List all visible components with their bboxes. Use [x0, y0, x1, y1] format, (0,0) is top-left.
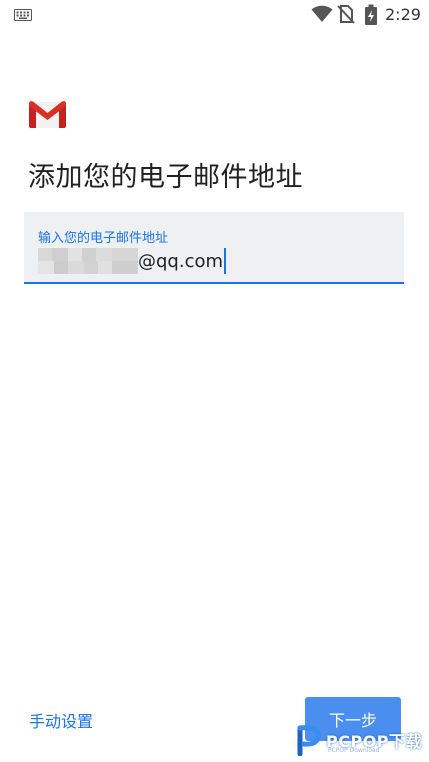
- email-field[interactable]: 输入您的电子邮件地址 @qq.com: [24, 212, 404, 284]
- email-value[interactable]: @qq.com: [138, 251, 223, 272]
- keyboard-icon: [14, 9, 32, 21]
- screen: 2:29 添加您的电子邮件地址 输入您的电子邮件地址 @qq.com 手动设置 …: [0, 0, 429, 762]
- text-cursor: [224, 248, 227, 274]
- watermark: PCPOP下载 PCPOP Download: [296, 722, 429, 758]
- status-clock: 2:29: [385, 5, 421, 24]
- email-username-pixelated: [38, 248, 138, 274]
- watermark-subtext: PCPOP Download: [328, 747, 380, 754]
- page-title: 添加您的电子邮件地址: [28, 162, 303, 193]
- wifi-icon: [311, 5, 333, 22]
- no-sim-icon: [337, 5, 355, 24]
- status-bar: 2:29: [0, 0, 429, 30]
- watermark-logo-icon: [297, 725, 321, 756]
- email-field-label: 输入您的电子邮件地址: [38, 231, 169, 246]
- gmail-logo: [29, 101, 66, 128]
- email-value-row[interactable]: @qq.com: [38, 246, 227, 276]
- battery-charging-icon: [365, 4, 377, 25]
- manual-setup-button[interactable]: 手动设置: [29, 708, 93, 732]
